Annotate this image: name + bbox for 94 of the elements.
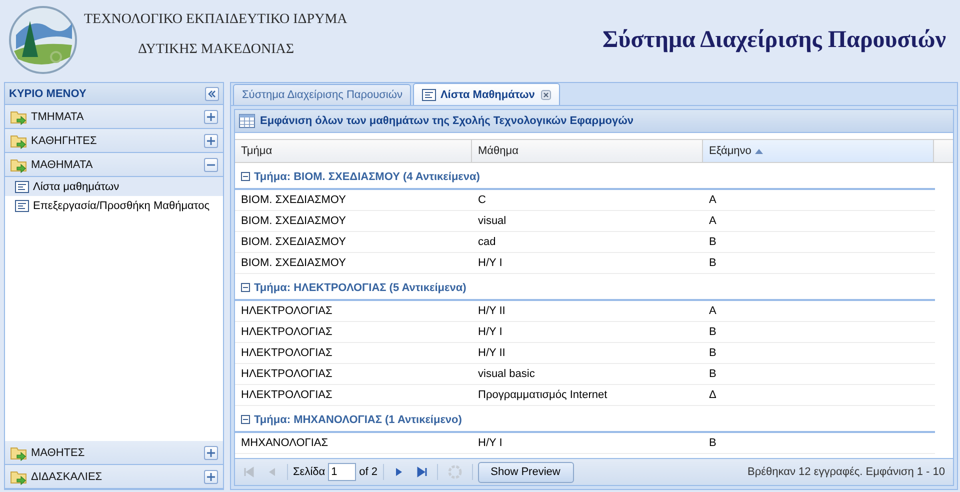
double-chevron-left-icon bbox=[207, 88, 217, 98]
plus-icon bbox=[206, 448, 216, 458]
group-header[interactable]: Τμήμα: ΜΗΧΑΝΟΛΟΓΙΑΣ (1 Αντικείμενο) bbox=[235, 408, 935, 433]
list-icon bbox=[15, 180, 29, 192]
menu-item[interactable]: Επεξεργασία/Προσθήκη Μαθήματος bbox=[5, 196, 223, 215]
menu-section-header[interactable]: ΤΜΗΜΑΤΑ bbox=[5, 105, 223, 129]
table-cell-text: ΗΛΕΚΤΡΟΛΟΓΙΑΣ bbox=[240, 347, 334, 359]
menu-section-label: ΔΙΔΑΣΚΑΛΙΕΣ bbox=[31, 470, 104, 482]
menu-section-label: ΤΜΗΜΑΤΑ bbox=[31, 110, 85, 122]
menu-section-label: ΜΑΘΗΜΑΤΑ bbox=[31, 158, 94, 170]
table-cell-text: visual bbox=[477, 215, 508, 227]
table-row[interactable]: ΒΙΟΜ. ΣΧΕΔΙΑΣΜΟΥ cad Β bbox=[235, 232, 935, 253]
plus-icon bbox=[206, 136, 216, 146]
table-row[interactable]: ΗΛΕΚΤΡΟΛΟΓΙΑΣ Η/Υ Ι Β bbox=[235, 322, 935, 343]
table-cell-text: Β bbox=[708, 368, 718, 380]
close-icon[interactable] bbox=[540, 90, 551, 100]
plus-icon bbox=[206, 112, 216, 122]
page-count: of 2 bbox=[359, 466, 378, 478]
table-cell-text: Β bbox=[708, 347, 718, 359]
expand-section-button[interactable] bbox=[204, 446, 218, 460]
expand-section-button[interactable] bbox=[204, 110, 218, 124]
table-cell-text: ΗΛΕΚΤΡΟΛΟΓΙΑΣ bbox=[240, 389, 334, 401]
group-header[interactable]: Τμήμα: ΒΙΟΜ. ΣΧΕΔΙΑΣΜΟΥ (4 Αντικείμενα) bbox=[235, 165, 935, 190]
refresh-icon bbox=[446, 464, 462, 480]
group-header[interactable]: Τμήμα: ΗΛΕΚΤΡΟΛΟΓΙΑΣ (5 Αντικείμενα) bbox=[235, 276, 935, 301]
list-icon bbox=[15, 200, 29, 212]
table-cell-text: ΗΛΕΚΤΡΟΛΟΓΙΑΣ bbox=[240, 368, 334, 380]
table-cell-text: Α bbox=[708, 194, 718, 206]
table-cell-text: Β bbox=[708, 257, 718, 269]
collapse-section-button[interactable] bbox=[204, 158, 218, 172]
institution-region: ΔΥΤΙΚΗΣ ΜΑΚΕΔΟΝΙΑΣ bbox=[137, 42, 296, 58]
table-cell-text: Η/Υ ΙΙ bbox=[477, 347, 506, 359]
table-cell-text: Η/Υ ΙΙ bbox=[477, 305, 506, 317]
paging-status: Βρέθηκαν 12 εγγραφές. Εμφάνιση 1 - 10 bbox=[748, 466, 946, 478]
table-row[interactable]: ΒΙΟΜ. ΣΧΕΔΙΑΣΜΟΥ C Α bbox=[235, 190, 935, 211]
tab[interactable]: Λίστα Μαθημάτων bbox=[413, 83, 560, 105]
table-cell-text: cad bbox=[477, 236, 497, 248]
table-cell-text: Α bbox=[708, 305, 718, 317]
menu-section-header[interactable]: ΜΑΘΗΜΑΤΑ bbox=[5, 153, 223, 177]
table-icon bbox=[239, 114, 255, 128]
table-row[interactable]: ΗΛΕΚΤΡΟΛΟΓΙΑΣ Προγραμματισμός Internet Δ bbox=[235, 385, 935, 406]
folder-arrow-icon bbox=[10, 468, 28, 484]
folder-arrow-icon bbox=[10, 132, 28, 148]
system-title: Σύστημα Διαχείρισης Παρουσιών bbox=[602, 26, 947, 54]
table-cell-text: ΒΙΟΜ. ΣΧΕΔΙΑΣΜΟΥ bbox=[240, 257, 347, 269]
collapse-button[interactable] bbox=[205, 86, 219, 100]
plus-icon bbox=[206, 472, 216, 482]
table-cell-text: Δ bbox=[708, 389, 718, 401]
table-cell-text: visual basic bbox=[477, 368, 536, 380]
table-cell-text: ΒΙΟΜ. ΣΧΕΔΙΑΣΜΟΥ bbox=[240, 236, 347, 248]
tab[interactable]: Σύστημα Διαχείρισης Παρουσιών bbox=[233, 84, 412, 105]
page-number-field[interactable]: 1 bbox=[328, 463, 356, 481]
menu-section-header[interactable]: ΜΑΘΗΤΕΣ bbox=[5, 441, 223, 465]
table-row[interactable]: ΒΙΟΜ. ΣΧΕΔΙΑΣΜΟΥ Η/Υ Ι Β bbox=[235, 253, 935, 274]
table-row[interactable]: ΜΗΧΑΝΟΛΟΓΙΑΣ Η/Υ Ι Β bbox=[235, 433, 935, 454]
menu-section-header[interactable]: ΚΑΘΗΓΗΤΕΣ bbox=[5, 129, 223, 153]
table-cell-text: ΜΗΧΑΝΟΛΟΓΙΑΣ bbox=[240, 437, 330, 449]
column-header[interactable]: Τμήμα bbox=[235, 140, 472, 162]
table-cell-text: Η/Υ Ι bbox=[477, 326, 504, 338]
table-cell-text: ΗΛΕΚΤΡΟΛΟΓΙΑΣ bbox=[240, 305, 334, 317]
menu-section-label: ΚΑΘΗΓΗΤΕΣ bbox=[31, 134, 98, 146]
institution-name: ΤΕΧΝΟΛΟΓΙΚΟ ΕΚΠΑΙΔΕΥΤΙΚΟ ΙΔΡΥΜΑ bbox=[84, 12, 348, 28]
table-cell-text: ΒΙΟΜ. ΣΧΕΔΙΑΣΜΟΥ bbox=[240, 194, 347, 206]
column-header[interactable]: Εξάμηνο bbox=[703, 140, 934, 162]
skip-back-icon bbox=[243, 466, 255, 478]
skip-forward-icon bbox=[416, 466, 428, 478]
show-preview-button[interactable]: Show Preview bbox=[478, 462, 574, 482]
folder-arrow-icon bbox=[10, 108, 28, 124]
logo-drawing bbox=[8, 5, 78, 75]
menu-section-label: ΜΑΘΗΤΕΣ bbox=[31, 446, 86, 458]
menu-item[interactable]: Λίστα μαθημάτων bbox=[5, 177, 223, 196]
table-cell-text: Η/Υ Ι bbox=[477, 257, 504, 269]
expand-section-button[interactable] bbox=[204, 134, 218, 148]
table-cell-text: Β bbox=[708, 437, 718, 449]
table-cell-text: Β bbox=[708, 326, 718, 338]
panel-title: Εμφάνιση όλων των μαθημάτων της Σχολής Τεχνολογικών Εφαρμογών bbox=[260, 115, 634, 127]
folder-arrow-icon bbox=[10, 156, 28, 172]
list-icon bbox=[422, 88, 436, 100]
table-cell-text: Α bbox=[708, 215, 718, 227]
table-cell-text: C bbox=[477, 194, 487, 206]
expand-section-button[interactable] bbox=[204, 470, 218, 484]
page-label: Σελίδα bbox=[293, 466, 326, 478]
table-cell-text: ΗΛΕΚΤΡΟΛΟΓΙΑΣ bbox=[240, 326, 334, 338]
table-row[interactable]: ΗΛΕΚΤΡΟΛΟΓΙΑΣ visual basic Β bbox=[235, 364, 935, 385]
table-row[interactable]: ΗΛΕΚΤΡΟΛΟΓΙΑΣ Η/Υ ΙΙ Α bbox=[235, 301, 935, 322]
table-row[interactable]: ΒΙΟΜ. ΣΧΕΔΙΑΣΜΟΥ visual Α bbox=[235, 211, 935, 232]
table-cell-text: ΒΙΟΜ. ΣΧΕΔΙΑΣΜΟΥ bbox=[240, 215, 347, 227]
table-cell-text: Προγραμματισμός Internet bbox=[477, 389, 608, 401]
menu-title: ΚΥΡΙΟ ΜΕΝΟΥ bbox=[9, 88, 88, 100]
table-cell-text: Β bbox=[708, 236, 718, 248]
table-row[interactable]: ΗΛΕΚΤΡΟΛΟΓΙΑΣ Η/Υ ΙΙ Β bbox=[235, 343, 935, 364]
table-cell-text: Η/Υ Ι bbox=[477, 437, 504, 449]
menu-section-header[interactable]: ΔΙΔΑΣΚΑΛΙΕΣ bbox=[5, 465, 223, 489]
folder-arrow-icon bbox=[10, 444, 28, 460]
